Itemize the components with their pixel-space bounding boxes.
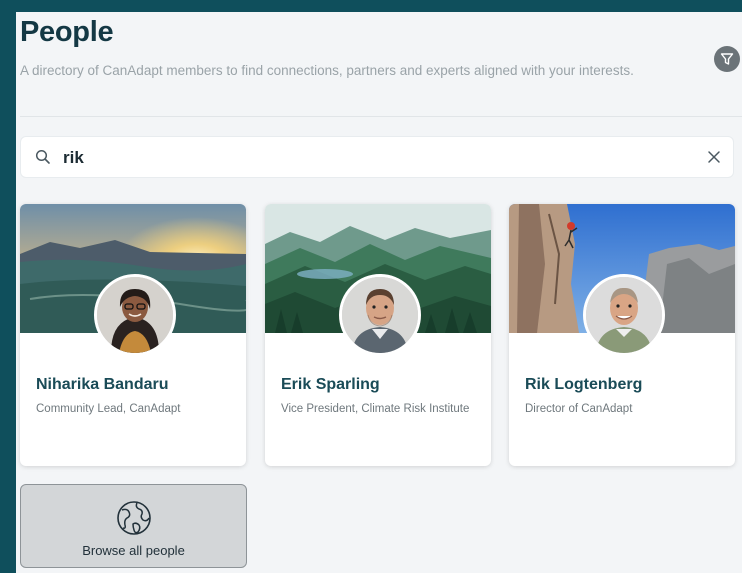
person-card[interactable]: Erik Sparling Vice President, Climate Ri…: [265, 204, 491, 466]
search-icon: [35, 149, 50, 164]
filter-button[interactable]: [714, 46, 740, 72]
person-name: Niharika Bandaru: [36, 376, 169, 393]
person-card[interactable]: Niharika Bandaru Community Lead, CanAdap…: [20, 204, 246, 466]
browse-all-people-label: Browse all people: [82, 543, 185, 558]
page-subtitle: A directory of CanAdapt members to find …: [20, 63, 634, 78]
close-icon[interactable]: [707, 150, 721, 164]
person-card[interactable]: Rik Logtenberg Director of CanAdapt: [509, 204, 735, 466]
browse-all-people-button[interactable]: Browse all people: [20, 484, 247, 568]
page-title: People: [20, 16, 114, 48]
avatar: [339, 274, 421, 356]
globe-icon: [117, 501, 151, 535]
search-bar[interactable]: [20, 136, 734, 178]
person-role: Vice President, Climate Risk Institute: [281, 403, 470, 415]
person-role: Community Lead, CanAdapt: [36, 403, 181, 415]
header-divider: [20, 116, 742, 117]
filter-funnel-icon: [720, 53, 734, 65]
avatar: [94, 274, 176, 356]
person-name: Rik Logtenberg: [525, 376, 643, 393]
person-role: Director of CanAdapt: [525, 403, 633, 415]
people-panel: People A directory of CanAdapt members t…: [16, 12, 742, 573]
person-name: Erik Sparling: [281, 376, 380, 393]
search-input[interactable]: [63, 145, 683, 171]
avatar: [583, 274, 665, 356]
